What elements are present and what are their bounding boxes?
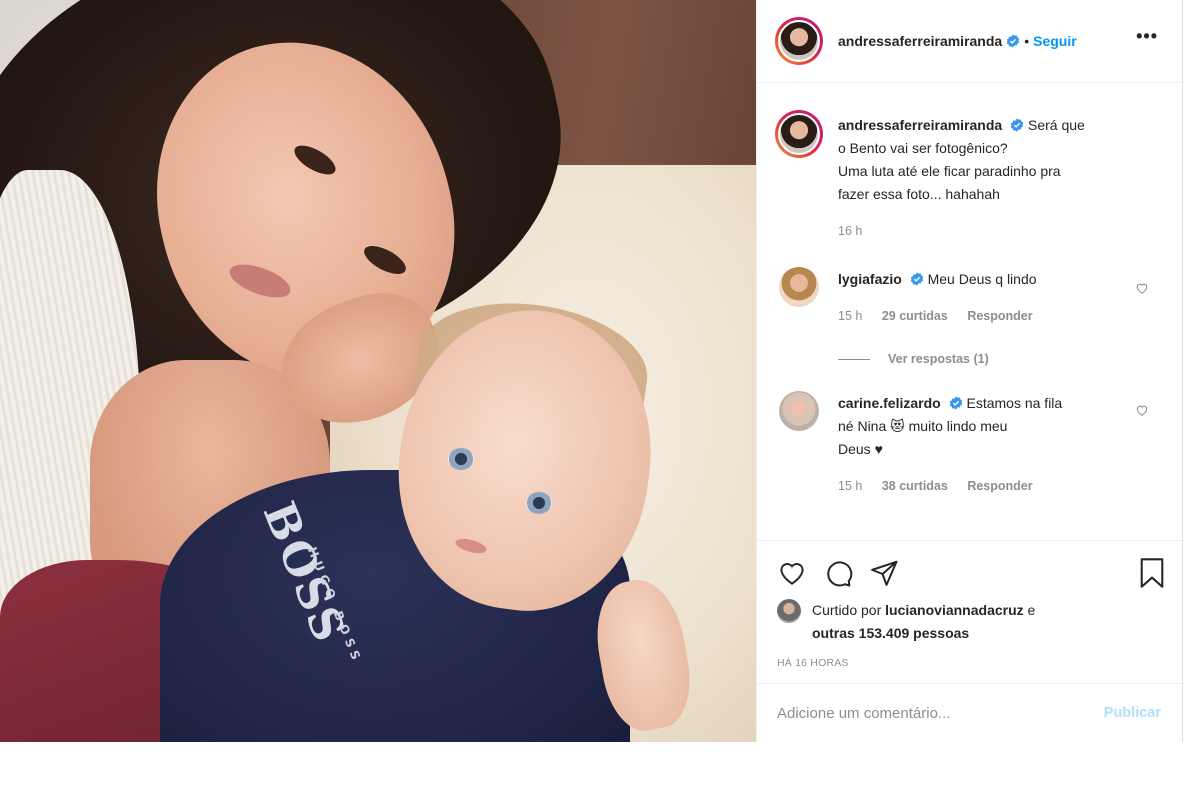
likes-others-count[interactable]: outras 153.409 pessoas — [812, 625, 969, 641]
reply-button[interactable]: Responder — [967, 479, 1032, 493]
likes-summary: Curtido por lucianoviannadacruz e outras… — [777, 599, 1166, 645]
caption-author-avatar[interactable] — [775, 110, 823, 158]
commenter-username[interactable]: carine.felizardo — [838, 395, 941, 411]
comment-item: lygiafazio Meu Deus q lindo 15 h 29 curt… — [775, 265, 1184, 371]
caption-body: andressaferreiramiranda Será que o Bento… — [838, 114, 1143, 243]
post-side-panel: andressaferreiramiranda • Seguir ••• and… — [756, 0, 1184, 742]
instagram-post: BOSS HUGO BOSS andressaferreiramiranda •… — [0, 0, 1184, 742]
share-icon[interactable] — [869, 558, 899, 588]
comment-icon[interactable] — [823, 558, 853, 588]
comment-text: Estamos na fila — [966, 395, 1063, 411]
verified-badge-icon — [1007, 34, 1020, 48]
likes-text: Curtido por lucianoviannadacruz e outras… — [812, 599, 1035, 645]
caption-text-line: o Bento vai ser fotogênico? — [838, 140, 1008, 156]
comment-text-line: Deus ♥ — [838, 441, 883, 457]
verified-badge-icon — [910, 272, 923, 286]
comment-text: Meu Deus q lindo — [927, 271, 1037, 287]
comment-body: carine.felizardo Estamos na fila né Nina… — [838, 392, 1143, 498]
comment-heart-icon[interactable] — [1135, 281, 1149, 295]
photo-baby-eye — [526, 492, 552, 514]
comment-likes-count[interactable]: 38 curtidas — [882, 479, 948, 493]
author-username[interactable]: andressaferreiramiranda — [838, 33, 1002, 49]
liker-avatar[interactable] — [777, 599, 801, 623]
bookmark-icon[interactable] — [1138, 557, 1166, 589]
comment-input[interactable] — [777, 704, 1104, 722]
commenter-avatar[interactable] — [779, 267, 819, 307]
comments-list[interactable]: andressaferreiramiranda Será que o Bento… — [757, 84, 1184, 540]
liked-by-user[interactable]: lucianoviannadacruz — [885, 602, 1023, 618]
author-avatar[interactable] — [775, 17, 823, 65]
caption-text-line: fazer essa foto... hahahah — [838, 186, 1000, 202]
publish-button[interactable]: Publicar — [1104, 705, 1161, 721]
header-separator: • — [1024, 33, 1030, 49]
add-comment-bar: Publicar — [757, 683, 1184, 742]
comment-heart-icon[interactable] — [1135, 403, 1149, 417]
action-icons-bar — [777, 555, 1166, 591]
reply-button[interactable]: Responder — [967, 309, 1032, 323]
verified-badge-icon — [1010, 118, 1024, 132]
view-replies-button[interactable]: Ver respostas (1) — [838, 348, 1143, 371]
comment-body: lygiafazio Meu Deus q lindo 15 h 29 curt… — [838, 268, 1143, 371]
comment-time[interactable]: 15 h — [838, 479, 862, 493]
post-timestamp[interactable]: HÁ 16 HORAS — [777, 657, 1166, 669]
comment-likes-count[interactable]: 29 curtidas — [882, 309, 948, 323]
liked-by-prefix: Curtido por — [812, 602, 882, 618]
caption-time[interactable]: 16 h — [838, 224, 862, 238]
comment-time[interactable]: 15 h — [838, 309, 862, 323]
view-replies-label: Ver respostas (1) — [888, 352, 989, 366]
comment-text-line: né Nina 😻 muito lindo meu — [838, 418, 1008, 434]
post-header: andressaferreiramiranda • Seguir ••• — [757, 0, 1182, 83]
follow-button[interactable]: Seguir — [1033, 33, 1077, 49]
caption-text-line: Uma luta até ele ficar paradinho pra — [838, 163, 1061, 179]
commenter-avatar[interactable] — [779, 391, 819, 431]
post-photo[interactable]: BOSS HUGO BOSS — [0, 0, 756, 742]
caption-username[interactable]: andressaferreiramiranda — [838, 117, 1002, 133]
photo-baby-eye — [448, 448, 474, 470]
post-actions: Curtido por lucianoviannadacruz e outras… — [757, 540, 1184, 669]
liked-by-conj: e — [1027, 602, 1036, 618]
more-options-icon[interactable]: ••• — [1136, 26, 1158, 47]
verified-badge-icon — [949, 396, 962, 410]
caption-text: Será que — [1027, 117, 1085, 133]
replies-line — [838, 359, 870, 360]
heart-icon[interactable] — [777, 558, 807, 588]
caption-item: andressaferreiramiranda Será que o Bento… — [775, 110, 1184, 243]
commenter-username[interactable]: lygiafazio — [838, 271, 902, 287]
comment-item: carine.felizardo Estamos na fila né Nina… — [775, 389, 1184, 498]
